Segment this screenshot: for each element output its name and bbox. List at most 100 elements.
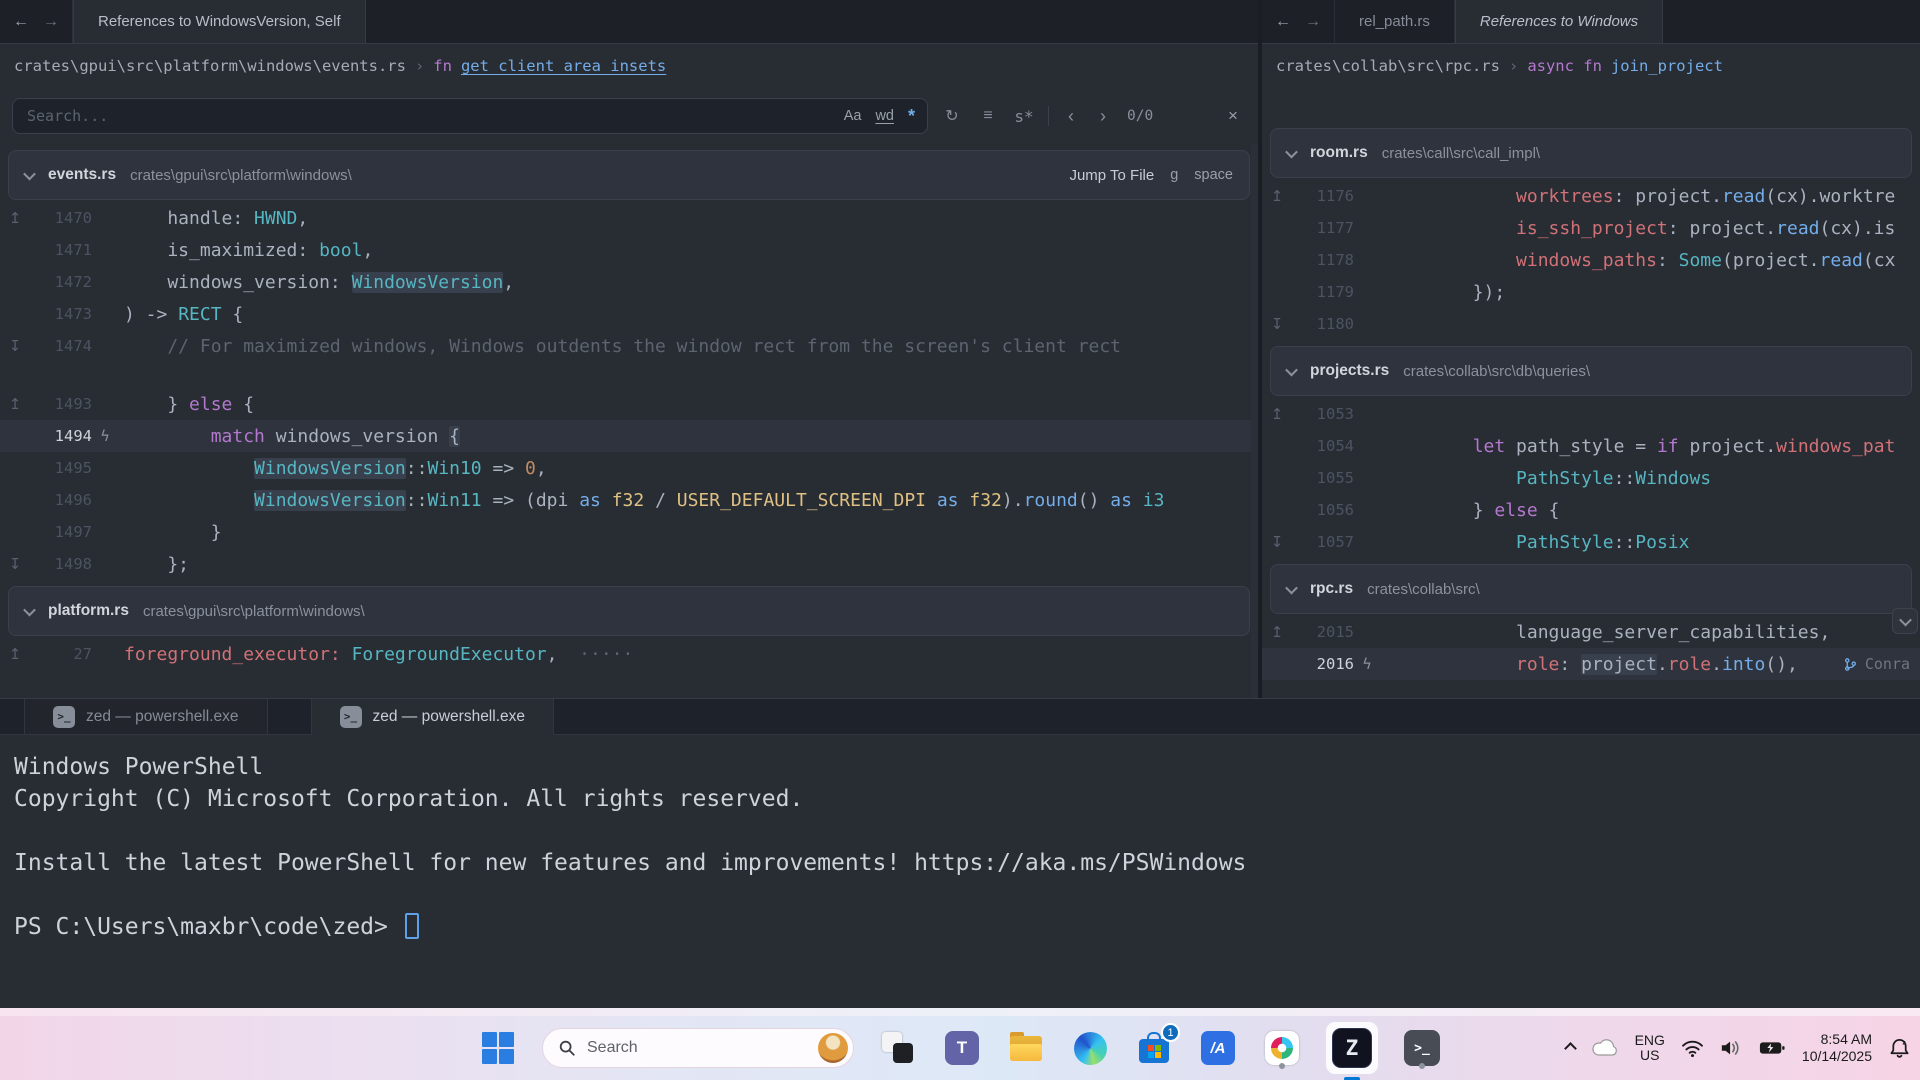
excerpt-header[interactable]: rpc.rscrates\collab\src\ <box>1270 564 1912 614</box>
app-terminal[interactable]: >_ <box>1402 1028 1442 1068</box>
terminal-tab[interactable]: >_zed — powershell.exe <box>311 699 555 735</box>
app-zed-active[interactable]: Z <box>1326 1022 1378 1074</box>
battery-charging-icon[interactable] <box>1759 1040 1785 1056</box>
line-number[interactable]: 1494 <box>30 427 92 445</box>
line-number[interactable]: 1053 <box>1292 405 1354 423</box>
line-number[interactable]: 1497 <box>30 523 92 541</box>
case-sensitive-icon[interactable]: Aa <box>844 108 862 124</box>
expand-down-icon[interactable]: ↧ <box>1262 315 1292 333</box>
code-line[interactable]: ↥1176 worktrees: project.read(cx).worktr… <box>1262 180 1920 212</box>
line-number[interactable]: 1474 <box>30 337 92 355</box>
volume-icon[interactable] <box>1720 1039 1742 1057</box>
onedrive-cloud-icon[interactable] <box>1592 1039 1618 1057</box>
left-breadcrumb[interactable]: crates\gpui\src\platform\windows\events.… <box>0 44 1258 88</box>
wifi-icon[interactable] <box>1682 1040 1703 1057</box>
back-icon[interactable]: ← <box>1270 9 1296 35</box>
right-breadcrumb[interactable]: crates\collab\src\rpc.rs › async fn join… <box>1262 44 1920 88</box>
code-line[interactable]: 1497 } <box>0 516 1258 548</box>
tray-chevron-up-icon[interactable] <box>1564 1042 1577 1055</box>
terminal-output[interactable]: Windows PowerShellCopyright (C) Microsof… <box>0 735 1920 943</box>
excerpt-header[interactable]: room.rscrates\call\src\call_impl\ <box>1270 128 1912 178</box>
code-line[interactable]: ↥1493 } else { <box>0 388 1258 420</box>
line-number[interactable]: 1055 <box>1292 469 1354 487</box>
selection-filter-icon[interactable]: ≡ <box>976 107 1000 125</box>
forward-icon[interactable]: → <box>38 9 64 35</box>
code-line[interactable]: ↧1474 // For maximized windows, Windows … <box>0 330 1258 362</box>
code-line[interactable]: ↥1470 handle: HWND, <box>0 202 1258 234</box>
expand-up-icon[interactable]: ↥ <box>0 395 30 413</box>
code-line[interactable]: 1056 } else { <box>1262 494 1920 526</box>
app-task-view[interactable] <box>878 1028 918 1068</box>
expand-up-icon[interactable]: ↥ <box>1262 623 1292 641</box>
bing-daily-icon[interactable] <box>818 1033 848 1063</box>
code-line[interactable]: 2016ϟ role: project.role.into(),Conra <box>1262 648 1920 680</box>
code-line[interactable]: 1496 WindowsVersion::Win11 => (dpi as f3… <box>0 484 1258 516</box>
terminal-cursor[interactable] <box>405 913 419 939</box>
code-line[interactable]: 1473) -> RECT { <box>0 298 1258 330</box>
expand-down-icon[interactable]: ↧ <box>0 555 30 573</box>
replace-toggle-icon[interactable]: ↻ <box>940 106 964 126</box>
expand-up-icon[interactable]: ↥ <box>0 209 30 227</box>
code-line[interactable]: ↥1053 <box>1262 398 1920 430</box>
app-file-explorer[interactable] <box>1006 1028 1046 1068</box>
code-line[interactable]: ↧1180 <box>1262 308 1920 340</box>
excerpt-header[interactable]: events.rscrates\gpui\src\platform\window… <box>8 150 1250 200</box>
search-input[interactable]: Search... Aa wd * <box>12 98 928 134</box>
tab-references-to-windowsversion[interactable]: References to WindowsVersion, Self <box>73 0 366 43</box>
line-number[interactable]: 1471 <box>30 241 92 259</box>
line-number[interactable]: 1472 <box>30 273 92 291</box>
previous-match-icon[interactable]: ‹ <box>1061 106 1081 127</box>
code-line[interactable]: ↥2015 language_server_capabilities, <box>1262 616 1920 648</box>
app-teams[interactable]: T <box>942 1028 982 1068</box>
line-number[interactable]: 1470 <box>30 209 92 227</box>
line-number[interactable]: 1473 <box>30 305 92 323</box>
line-number[interactable]: 1180 <box>1292 315 1354 333</box>
code-line[interactable]: 1055 PathStyle::Windows <box>1262 462 1920 494</box>
app-microsoft-store[interactable]: 1 <box>1134 1028 1174 1068</box>
app-edge[interactable] <box>1070 1028 1110 1068</box>
line-number[interactable]: 1057 <box>1292 533 1354 551</box>
line-number[interactable]: 27 <box>30 645 92 663</box>
code-line[interactable]: 1472 windows_version: WindowsVersion, <box>0 266 1258 298</box>
code-line[interactable]: ↧1057 PathStyle::Posix <box>1262 526 1920 558</box>
line-number[interactable]: 2015 <box>1292 623 1354 641</box>
forward-icon[interactable]: → <box>1300 9 1326 35</box>
line-number[interactable]: 1493 <box>30 395 92 413</box>
expand-up-icon[interactable]: ↥ <box>0 645 30 663</box>
excerpt-header[interactable]: projects.rscrates\collab\src\db\queries\ <box>1270 346 1912 396</box>
expand-up-icon[interactable]: ↥ <box>1262 187 1292 205</box>
code-line[interactable]: 1494ϟ match windows_version { <box>0 420 1258 452</box>
line-number[interactable]: 1054 <box>1292 437 1354 455</box>
app-slash-a[interactable]: /A <box>1198 1028 1238 1068</box>
replace-all-icon[interactable]: s* <box>1012 107 1036 126</box>
git-blame-entry[interactable]: Conra <box>1844 655 1910 673</box>
code-line[interactable]: 1471 is_maximized: bool, <box>0 234 1258 266</box>
notification-bell-dnd-icon[interactable]: z <box>1889 1038 1910 1059</box>
jump-to-file-button[interactable]: Jump To File <box>1069 167 1154 184</box>
taskbar-clock[interactable]: 8:54 AM 10/14/2025 <box>1802 1031 1872 1065</box>
regex-icon[interactable]: * <box>908 106 915 127</box>
line-number[interactable]: 1179 <box>1292 283 1354 301</box>
language-indicator[interactable]: ENG US <box>1635 1033 1665 1063</box>
line-number[interactable]: 1177 <box>1292 219 1354 237</box>
line-number[interactable]: 1498 <box>30 555 92 573</box>
tab-references-to-windows[interactable]: References to Windows <box>1455 0 1663 43</box>
scroll-down-indicator[interactable] <box>1892 608 1918 634</box>
code-line[interactable]: 1177 is_ssh_project: project.read(cx).is <box>1262 212 1920 244</box>
excerpt-header[interactable]: platform.rscrates\gpui\src\platform\wind… <box>8 586 1250 636</box>
tab-rel-path-rs[interactable]: rel_path.rs <box>1335 0 1455 43</box>
code-line[interactable]: 1495 WindowsVersion::Win10 => 0, <box>0 452 1258 484</box>
next-match-icon[interactable]: › <box>1093 106 1113 127</box>
code-line[interactable]: 1179 }); <box>1262 276 1920 308</box>
start-button[interactable] <box>478 1028 518 1068</box>
left-scrollbar[interactable] <box>1251 144 1258 698</box>
line-number[interactable]: 2016 <box>1292 655 1354 673</box>
line-number[interactable]: 1176 <box>1292 187 1354 205</box>
expand-down-icon[interactable]: ↧ <box>1262 533 1292 551</box>
taskbar-search[interactable]: Search <box>542 1028 854 1068</box>
app-slack[interactable] <box>1262 1028 1302 1068</box>
code-line[interactable]: ↧1498 }; <box>0 548 1258 580</box>
whole-word-icon[interactable]: wd <box>875 108 894 124</box>
line-number[interactable]: 1495 <box>30 459 92 477</box>
expand-up-icon[interactable]: ↥ <box>1262 405 1292 423</box>
